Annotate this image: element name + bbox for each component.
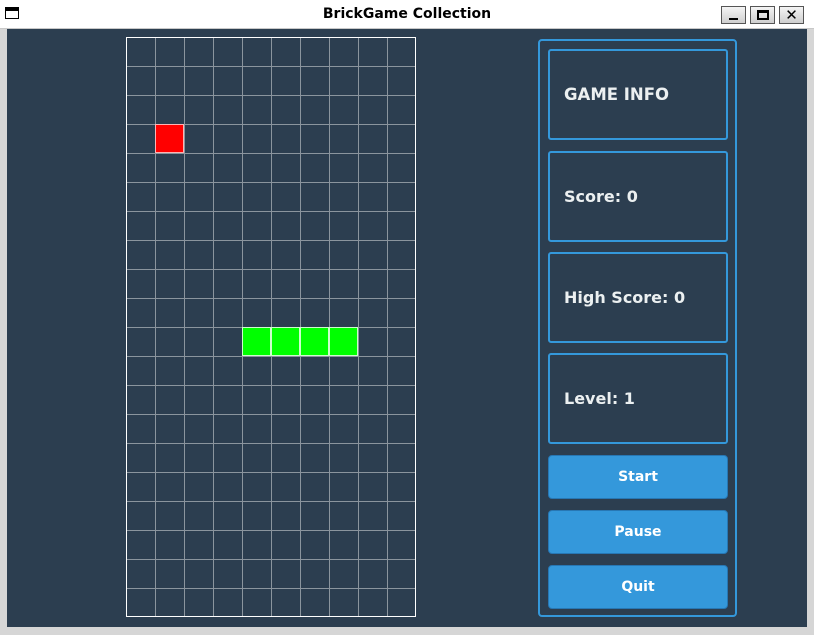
snake-cell (242, 327, 271, 356)
minimize-icon (729, 18, 738, 20)
high-score-box: High Score: 0 (548, 252, 728, 343)
title-bar[interactable]: BrickGame Collection ✕ (0, 0, 814, 29)
start-button[interactable]: Start (548, 455, 728, 499)
game-board[interactable] (126, 37, 416, 617)
maximize-icon (757, 10, 769, 20)
level-box: Level: 1 (548, 353, 728, 444)
close-button[interactable]: ✕ (779, 6, 804, 24)
game-info-title: GAME INFO (564, 85, 669, 104)
info-panel: GAME INFO Score: 0 High Score: 0 Level: … (538, 39, 737, 617)
minimize-button[interactable] (721, 6, 746, 24)
app-window: BrickGame Collection ✕ GAME INFO Score: … (0, 0, 814, 635)
close-icon: ✕ (785, 6, 798, 24)
pause-button[interactable]: Pause (548, 510, 728, 554)
level-label: Level: 1 (564, 389, 635, 408)
score-label: Score: 0 (564, 187, 638, 206)
food-cell (155, 124, 184, 153)
maximize-button[interactable] (750, 6, 775, 24)
snake-cell (329, 327, 358, 356)
score-box: Score: 0 (548, 151, 728, 242)
snake-cell (300, 327, 329, 356)
window-title: BrickGame Collection (322, 6, 492, 22)
game-area: GAME INFO Score: 0 High Score: 0 Level: … (7, 29, 807, 627)
snake-cell (271, 327, 300, 356)
quit-button[interactable]: Quit (548, 565, 728, 609)
game-info-box: GAME INFO (548, 49, 728, 140)
high-score-label: High Score: 0 (564, 288, 686, 307)
